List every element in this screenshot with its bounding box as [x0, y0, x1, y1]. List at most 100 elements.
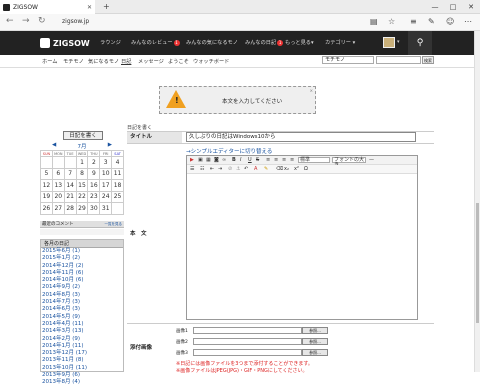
calendar-day[interactable]: 2: [87, 156, 101, 169]
strike-icon[interactable]: S: [256, 157, 259, 163]
image2-input[interactable]: [193, 338, 302, 345]
subscript-icon[interactable]: x₂: [284, 166, 289, 172]
align-left-icon[interactable]: ≡: [266, 157, 270, 163]
calendar-day[interactable]: 20: [51, 190, 65, 203]
calendar-day[interactable]: 9: [87, 167, 101, 180]
calendar-day[interactable]: 5: [40, 167, 53, 180]
media-icon[interactable]: ◙: [214, 157, 219, 163]
calendar-day[interactable]: 1: [75, 156, 89, 169]
prev-month-icon[interactable]: ◀: [52, 142, 56, 148]
bullet-list-icon[interactable]: ☰: [190, 166, 194, 172]
page-scrollbar[interactable]: [474, 31, 480, 372]
maximize-button[interactable]: □: [444, 0, 462, 14]
font-size-select[interactable]: フォントの大き: [332, 157, 366, 168]
subnav-home[interactable]: ホーム: [42, 58, 57, 65]
share-icon[interactable]: ☺: [446, 17, 454, 26]
nav-category[interactable]: カテゴリー ▾: [325, 39, 355, 46]
hr-icon[interactable]: —: [369, 157, 374, 163]
archive-item[interactable]: 2014年12月 (2): [41, 263, 123, 270]
favorite-star-icon[interactable]: ☆: [388, 17, 395, 26]
calendar-day[interactable]: 25: [111, 190, 124, 203]
calendar-day[interactable]: 12: [40, 179, 53, 192]
undo-icon[interactable]: ↶: [244, 166, 248, 172]
superscript-icon[interactable]: x²: [294, 166, 299, 172]
calendar-day[interactable]: 4: [111, 156, 124, 169]
calendar-day[interactable]: 7: [63, 167, 77, 180]
close-tab-icon[interactable]: ✕: [87, 4, 95, 11]
calendar-day[interactable]: 19: [40, 190, 53, 203]
calendar-day[interactable]: 27: [51, 202, 65, 215]
calendar-day[interactable]: 10: [99, 167, 113, 180]
calendar-day[interactable]: 3: [99, 156, 113, 169]
bg-color-icon[interactable]: ✎: [264, 166, 268, 172]
nav-diaries[interactable]: みんなの日記 1: [245, 39, 284, 46]
calendar-day[interactable]: 22: [75, 190, 89, 203]
close-window-button[interactable]: ✕: [462, 0, 480, 14]
new-tab-icon[interactable]: +: [103, 2, 110, 11]
archive-item[interactable]: 2014年9月 (2): [41, 284, 123, 291]
calendar-day[interactable]: 13: [51, 179, 65, 192]
web-note-icon[interactable]: ✎: [428, 17, 435, 26]
avatar[interactable]: [383, 37, 395, 48]
write-diary-button[interactable]: 日記を書く: [63, 131, 103, 140]
link-icon[interactable]: ∞: [222, 157, 226, 163]
outdent-icon[interactable]: ⇤: [210, 166, 214, 172]
calendar-day[interactable]: 28: [63, 202, 77, 215]
calendar-day[interactable]: 23: [87, 190, 101, 203]
calendar-day[interactable]: 30: [87, 202, 101, 215]
numbered-list-icon[interactable]: ☷: [200, 166, 204, 172]
rich-text-editor[interactable]: ▶ ▣ ▦ ◙ ∞ B I U S ≡ ≡ ≡ ≡ 標準 フォントの大き — ☰…: [186, 155, 418, 320]
more-icon[interactable]: ⋯: [464, 17, 472, 26]
paragraph-select[interactable]: 標準: [298, 157, 330, 163]
align-right-icon[interactable]: ≡: [282, 157, 286, 163]
image-icon[interactable]: ▣: [198, 157, 203, 163]
archive-item[interactable]: 2013年9月 (6): [41, 372, 123, 379]
subnav-mochimono[interactable]: モチモノ: [63, 58, 84, 65]
back-icon[interactable]: ←: [6, 16, 14, 26]
minimize-button[interactable]: —: [426, 0, 444, 14]
calendar-day[interactable]: 29: [75, 202, 89, 215]
image3-browse-button[interactable]: 参照...: [302, 349, 328, 356]
browser-tab[interactable]: ZIGSOW ✕: [0, 0, 95, 14]
site-logo[interactable]: ZIGSOW: [40, 38, 90, 48]
simple-editor-link[interactable]: →シンプルエディターに切り替える: [186, 147, 272, 155]
subnav-welcome[interactable]: ようこそ: [168, 58, 189, 65]
see-all-link[interactable]: 一覧を見る: [105, 221, 123, 228]
calendar-day[interactable]: 31: [99, 202, 113, 215]
refresh-icon[interactable]: ↻: [38, 16, 46, 26]
forward-icon[interactable]: →: [22, 16, 30, 26]
table-icon[interactable]: ▦: [206, 157, 211, 163]
anchor-icon[interactable]: ⚓: [236, 166, 240, 172]
archive-item[interactable]: 2014年2月 (9): [41, 336, 123, 343]
calendar-day[interactable]: 16: [87, 179, 101, 192]
hub-icon[interactable]: ≡: [410, 17, 417, 26]
archive-item[interactable]: 2014年5月 (9): [41, 314, 123, 321]
image2-browse-button[interactable]: 参照...: [302, 338, 328, 345]
calendar-day[interactable]: 6: [51, 167, 65, 180]
subnav-messages[interactable]: メッセージ: [138, 58, 164, 65]
reading-view-icon[interactable]: ▤: [370, 17, 378, 26]
calendar-day[interactable]: 14: [63, 179, 77, 192]
calendar-day[interactable]: 26: [40, 202, 53, 215]
archive-item[interactable]: 2014年6月 (3): [41, 306, 123, 313]
archive-item[interactable]: 2014年3月 (13): [41, 328, 123, 335]
archive-item[interactable]: 2014年8月 (3): [41, 292, 123, 299]
archive-item[interactable]: 2013年11月 (8): [41, 357, 123, 364]
subnav-diary[interactable]: 日記: [121, 58, 131, 65]
image3-input[interactable]: [193, 349, 302, 356]
subnav-wishlist[interactable]: 気になるモノ: [88, 58, 119, 65]
calendar-day[interactable]: 11: [111, 167, 124, 180]
indent-icon[interactable]: ⇥: [218, 166, 222, 172]
archive-item[interactable]: 2015年1月 (2): [41, 255, 123, 262]
url-field[interactable]: zigsow.jp: [62, 18, 89, 25]
nav-more[interactable]: もっと見る▾: [285, 39, 314, 46]
calendar-day[interactable]: 18: [111, 179, 124, 192]
title-input[interactable]: 久しぶりの日記はWindows10から: [186, 132, 416, 142]
alert-close-icon[interactable]: ×: [310, 88, 313, 93]
calendar-day[interactable]: 8: [75, 167, 89, 180]
text-color-icon[interactable]: A: [254, 166, 257, 172]
youtube-icon[interactable]: ▶: [190, 157, 194, 163]
calendar-day[interactable]: 17: [99, 179, 113, 192]
image1-browse-button[interactable]: 参照...: [302, 327, 328, 334]
nav-reviews[interactable]: みんなのレビュー 1: [131, 39, 180, 46]
